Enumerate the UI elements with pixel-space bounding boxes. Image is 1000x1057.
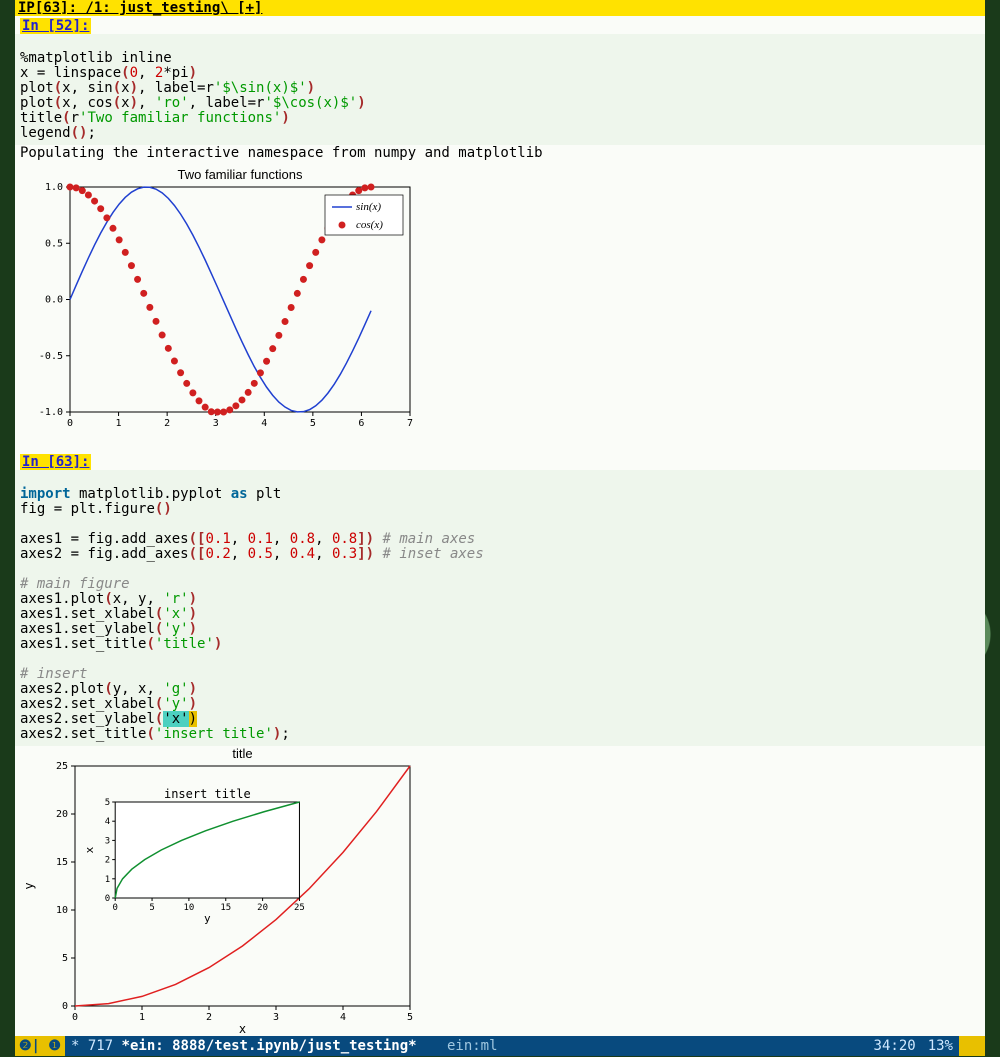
svg-text:7: 7: [407, 418, 413, 429]
code-input[interactable]: %matplotlib inline x = linspace(0, 2*pi)…: [15, 34, 985, 145]
svg-text:6: 6: [358, 418, 364, 429]
code-line: axes1.set_title('title'): [20, 636, 222, 652]
svg-text:5: 5: [62, 953, 68, 964]
svg-text:x: x: [83, 846, 96, 853]
svg-text:1: 1: [116, 418, 122, 429]
major-mode: ein:ml: [437, 1036, 508, 1056]
svg-text:0: 0: [62, 1001, 68, 1012]
chart-sin-cos: Two familiar functions 0 1 2 3 4 5 6 7 -1.0 -0.5 0.…: [15, 167, 425, 432]
svg-text:1.0: 1.0: [45, 182, 63, 193]
svg-text:3: 3: [213, 418, 219, 429]
code-line: # main figure: [20, 576, 130, 592]
modeline: ❷| ❶ * 717 *ein: 8888/test.ipynb/just_te…: [15, 1036, 985, 1056]
input-prompt: In [63]:: [20, 454, 91, 470]
svg-text:25: 25: [56, 761, 68, 772]
svg-text:10: 10: [183, 903, 194, 913]
svg-text:-1.0: -1.0: [39, 407, 63, 418]
code-line: axes2 = fig.add_axes([0.2, 0.5, 0.4, 0.3…: [20, 546, 484, 562]
code-line: axes2.set_title('insert title');: [20, 726, 290, 742]
svg-text:3: 3: [105, 836, 110, 846]
code-line: plot(x, sin(x), label=r'$\sin(x)$'): [20, 80, 315, 96]
svg-text:10: 10: [56, 905, 68, 916]
svg-text:y: y: [22, 882, 36, 889]
svg-text:3: 3: [273, 1012, 279, 1023]
code-line: %matplotlib inline: [20, 50, 172, 66]
tab-title[interactable]: IP[63]: /1: just_testing\ [+]: [15, 0, 985, 16]
svg-text:4: 4: [340, 1012, 346, 1023]
svg-text:4: 4: [261, 418, 267, 429]
svg-text:0: 0: [112, 903, 117, 913]
svg-text:5: 5: [149, 903, 154, 913]
stdout: Populating the interactive namespace fro…: [15, 145, 985, 167]
cursor-position: 34:20: [868, 1036, 922, 1056]
svg-text:y: y: [204, 912, 211, 925]
svg-text:-0.5: -0.5: [39, 351, 63, 362]
code-line: import matplotlib.pyplot as plt: [20, 486, 281, 502]
code-line: plot(x, cos(x), 'ro', label=r'$\cos(x)$'…: [20, 95, 366, 111]
svg-text:20: 20: [56, 809, 68, 820]
svg-text:2: 2: [206, 1012, 212, 1023]
figure-2: title0123450510152025xyinsert title05101…: [15, 746, 985, 1036]
svg-text:0: 0: [72, 1012, 78, 1023]
editor-pane[interactable]: IP[63]: /1: just_testing\ [+] In [52]: %…: [15, 0, 985, 1056]
svg-text:1: 1: [139, 1012, 145, 1023]
svg-text:15: 15: [56, 857, 68, 868]
figure-1: Two familiar functions 0 1 2 3 4 5 6 7 -1.0 -0.5 0.…: [15, 167, 985, 432]
svg-text:5: 5: [310, 418, 316, 429]
cell-1[interactable]: In [52]: %matplotlib inline x = linspace…: [15, 16, 985, 432]
code-line: axes2.set_xlabel('y'): [20, 696, 197, 712]
svg-text:2: 2: [105, 856, 110, 866]
svg-text:2: 2: [164, 418, 170, 429]
svg-text:0.0: 0.0: [45, 295, 63, 306]
workspace-badge: ❷| ❶: [15, 1036, 65, 1056]
svg-text:0: 0: [105, 894, 110, 904]
svg-text:0: 0: [67, 418, 73, 429]
svg-text:insert title: insert title: [164, 787, 251, 801]
cell-2[interactable]: In [63]: import matplotlib.pyplot as plt…: [15, 452, 985, 1036]
code-line: legend();: [20, 125, 96, 141]
svg-text:0.5: 0.5: [45, 238, 63, 249]
svg-text:sin(x): sin(x): [356, 201, 381, 213]
svg-text:x: x: [239, 1022, 246, 1036]
svg-text:4: 4: [105, 817, 110, 827]
svg-text:5: 5: [407, 1012, 413, 1023]
svg-text:Two familiar functions: Two familiar functions: [178, 167, 303, 182]
svg-text:cos(x): cos(x): [356, 219, 383, 231]
code-line: # insert: [20, 666, 87, 682]
svg-text:25: 25: [294, 903, 305, 913]
scroll-percent: 13%: [922, 1036, 959, 1056]
code-line: fig = plt.figure(): [20, 501, 172, 517]
input-prompt: In [52]:: [20, 18, 91, 34]
svg-text:15: 15: [220, 903, 231, 913]
svg-text:5: 5: [105, 798, 110, 808]
code-line: axes1.set_xlabel('x'): [20, 606, 197, 622]
code-line: axes1.set_ylabel('y'): [20, 621, 197, 637]
svg-text:1: 1: [105, 875, 110, 885]
code-line: axes1 = fig.add_axes([0.1, 0.1, 0.8, 0.8…: [20, 531, 475, 547]
buffer-name: * 717 *ein: 8888/test.ipynb/just_testing…: [65, 1036, 437, 1056]
code-line: x = linspace(0, 2*pi): [20, 65, 197, 81]
code-line: axes2.plot(y, x, 'g'): [20, 681, 197, 697]
svg-text:20: 20: [257, 903, 268, 913]
code-line: axes1.plot(x, y, 'r'): [20, 591, 197, 607]
chart-inset: title0123450510152025xyinsert title05101…: [15, 746, 430, 1036]
svg-text:title: title: [232, 746, 252, 761]
code-input[interactable]: import matplotlib.pyplot as plt fig = pl…: [15, 470, 985, 746]
code-line: axes2.set_ylabel('x'): [20, 711, 197, 727]
modeline-end-icon: [959, 1036, 985, 1056]
code-line: title(r'Two familiar functions'): [20, 110, 290, 126]
